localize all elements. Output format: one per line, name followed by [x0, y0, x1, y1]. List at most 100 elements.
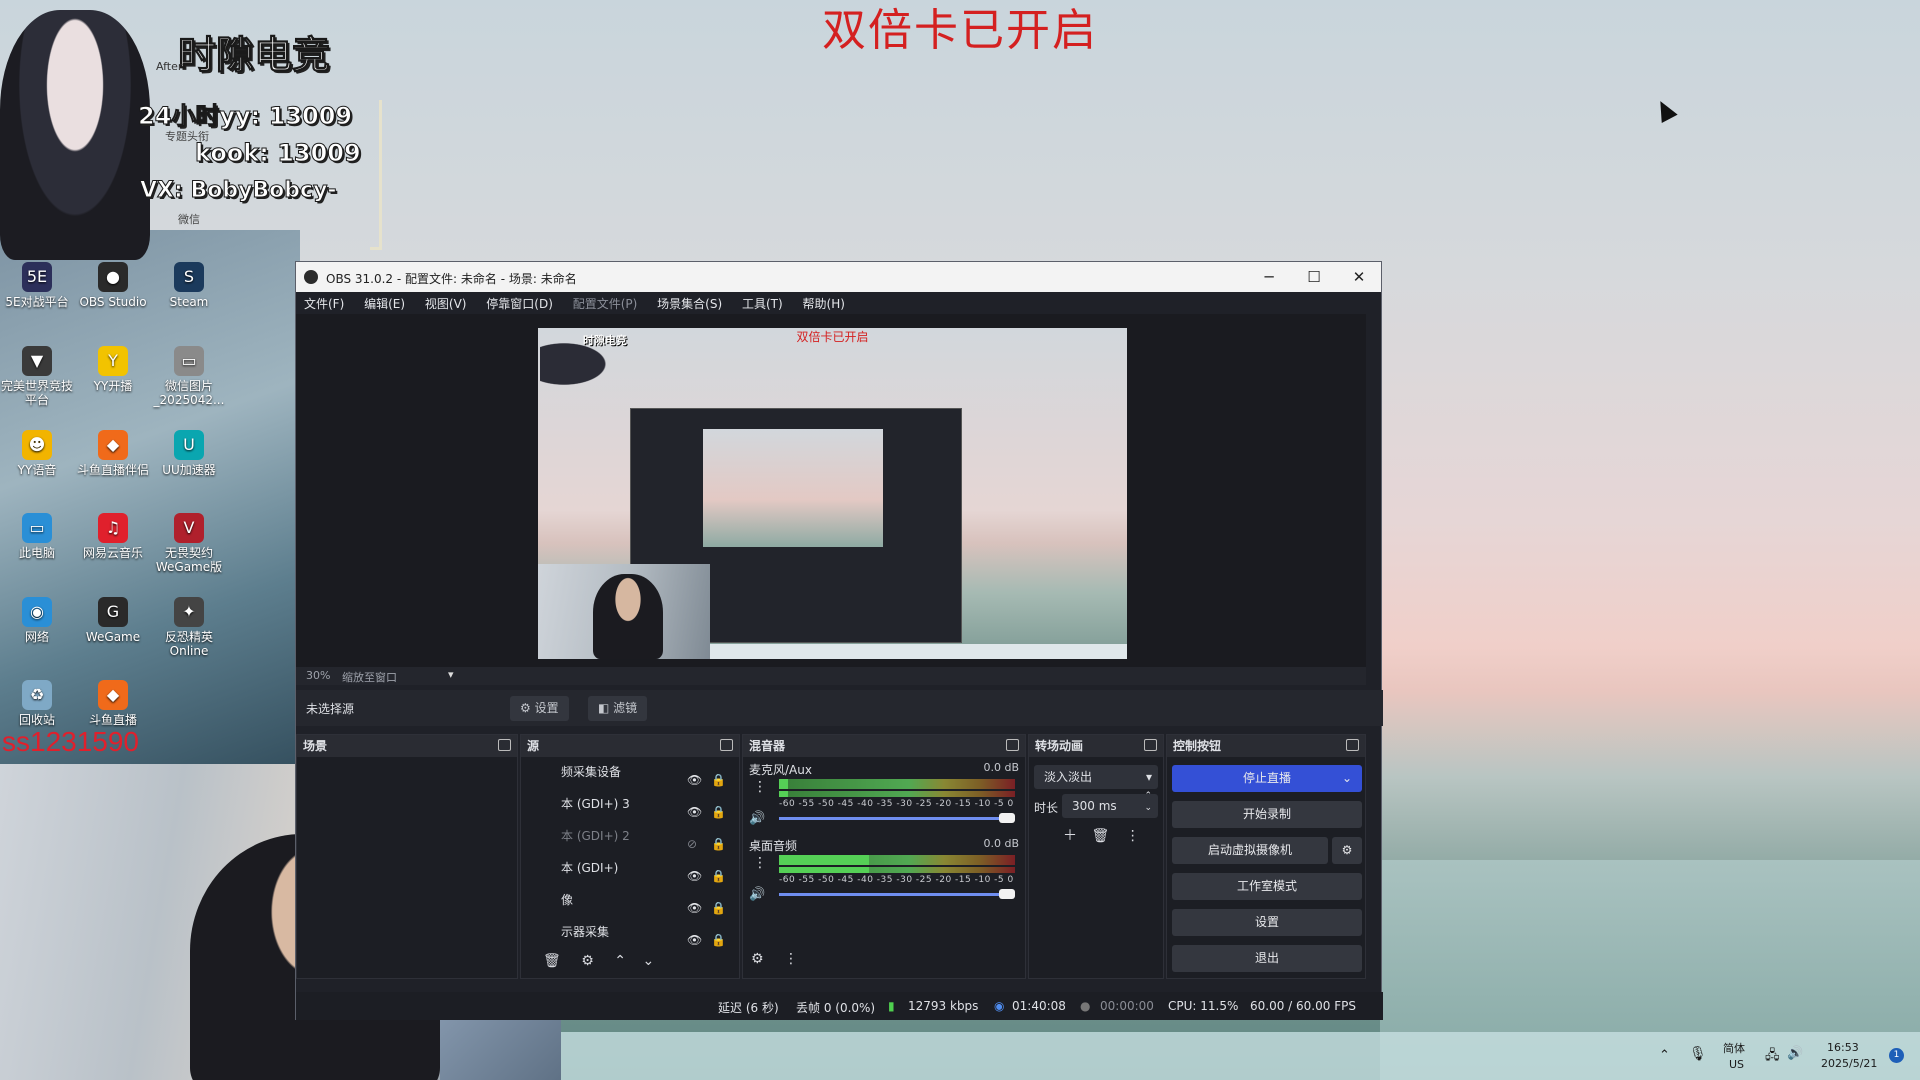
desktop-icon[interactable]: ▼ 完美世界竞技平台: [0, 346, 74, 407]
desktop-icon[interactable]: Y YY开播: [76, 346, 150, 393]
desktop-icon[interactable]: ▭ 此电脑: [0, 513, 74, 560]
mixer-channel: 麦克风/Aux 0.0 dB ⋮ -60 -55 -50 -45 -40 -35 -3…: [743, 757, 1025, 831]
source-item[interactable]: 本 (GDI+) 👁 🔒: [521, 853, 739, 883]
maximize-button[interactable]: ☐: [1291, 262, 1337, 292]
notification-badge[interactable]: 1: [1889, 1048, 1904, 1063]
zoom-mode[interactable]: 缩放至窗口: [342, 669, 397, 685]
gear-icon[interactable]: ⚙: [581, 953, 594, 969]
advanced-audio-icon[interactable]: ⚙: [751, 951, 764, 967]
desktop-icon[interactable]: U UU加速器: [152, 430, 226, 477]
duration-input[interactable]: 300 ms ⌃ ⌄: [1062, 791, 1158, 818]
menu-profile[interactable]: 配置文件(P): [565, 292, 646, 312]
popout-icon[interactable]: [1144, 739, 1157, 751]
obs-window[interactable]: OBS 31.0.2 - 配置文件: 未命名 - 场景: 未命名 ─ ☐ ✕ 文…: [295, 261, 1383, 1020]
source-settings-button[interactable]: ⚙ 设置: [510, 696, 569, 721]
close-button[interactable]: ✕: [1336, 262, 1382, 292]
volume-icon[interactable]: 🔊: [1787, 1046, 1803, 1061]
move-down-icon[interactable]: ⌄: [642, 953, 654, 969]
stop-stream-button[interactable]: 停止直播 ⌄: [1172, 765, 1362, 792]
desktop-icon[interactable]: ☻ YY语音: [0, 430, 74, 477]
source-actions: 🗑 ⚙ ⌃ ⌄: [543, 953, 654, 969]
kebab-menu-icon[interactable]: ⋮: [784, 951, 798, 967]
studio-mode-button[interactable]: 工作室模式: [1172, 873, 1362, 900]
popout-icon[interactable]: [1346, 739, 1359, 751]
minimize-button[interactable]: ─: [1246, 262, 1292, 292]
desktop-icon[interactable]: S Steam: [152, 262, 226, 309]
source-item[interactable]: 本 (GDI+) 3 👁 🔒: [521, 789, 739, 819]
desktop-icon[interactable]: G WeGame: [76, 597, 150, 644]
kebab-menu-icon[interactable]: ⋮: [753, 855, 767, 871]
settings-button[interactable]: 设置: [1172, 909, 1362, 936]
desktop-icon[interactable]: ◉ 网络: [0, 597, 74, 644]
zoom-level[interactable]: 30%: [306, 669, 330, 682]
desktop-icon[interactable]: ◆ 斗鱼直播: [76, 680, 150, 727]
desktop-icon[interactable]: ● OBS Studio: [76, 262, 150, 309]
desktop-icon-label: YY语音: [17, 463, 57, 477]
move-up-icon[interactable]: ⌃: [614, 953, 626, 969]
desktop-icon[interactable]: ♻ 回收站: [0, 680, 74, 727]
level-fill: [779, 779, 789, 789]
scenes-dock-title: 场景: [303, 739, 328, 753]
source-item[interactable]: 本 (GDI+) 2 ⊘ 🔒: [521, 821, 739, 851]
trash-icon[interactable]: 🗑: [1091, 828, 1109, 844]
desktop-icon[interactable]: ▭ 微信图片_2025042...: [152, 346, 226, 407]
lock-icon[interactable]: 🔒: [711, 925, 726, 955]
source-item[interactable]: 示器采集 👁 🔒: [521, 917, 739, 947]
chevron-down-icon[interactable]: ⌄: [1342, 765, 1352, 792]
volume-slider[interactable]: [779, 817, 1015, 820]
source-filters-label: 滤镜: [613, 701, 638, 715]
popout-icon[interactable]: [1006, 739, 1019, 751]
kebab-menu-icon[interactable]: ⋮: [753, 779, 767, 795]
eye-icon[interactable]: 👁: [687, 925, 702, 955]
transition-type: 淡入淡出: [1044, 770, 1093, 784]
source-name: 本 (GDI+) 2: [561, 829, 630, 843]
microphone-icon[interactable]: 🎙: [1689, 1046, 1707, 1062]
menu-help[interactable]: 帮助(H): [795, 292, 853, 312]
menu-scene-collection[interactable]: 场景集合(S): [649, 292, 730, 312]
desktop-icon[interactable]: ◆ 斗鱼直播伴侣: [76, 430, 150, 477]
desktop-icon[interactable]: ♫ 网易云音乐: [76, 513, 150, 560]
clock-date[interactable]: 2025/5/21: [1821, 1057, 1877, 1070]
preview-nested-preview: [703, 429, 883, 547]
level-fill: [779, 855, 869, 865]
menu-edit[interactable]: 编辑(E): [356, 292, 413, 312]
volume-slider-knob[interactable]: [999, 889, 1015, 899]
clock-time[interactable]: 16:53: [1827, 1041, 1859, 1054]
zoom-dropdown-icon[interactable]: ▾: [448, 668, 454, 681]
menu-file[interactable]: 文件(F): [296, 292, 352, 312]
ime-region[interactable]: US: [1729, 1058, 1744, 1071]
source-name: 本 (GDI+): [561, 861, 619, 875]
popout-icon[interactable]: [720, 739, 733, 751]
popout-icon[interactable]: [498, 739, 511, 751]
virtual-camera-gear-icon[interactable]: ⚙: [1332, 837, 1362, 864]
speaker-icon[interactable]: 🔊: [749, 811, 765, 826]
controls-dock-header: 控制按钮: [1167, 735, 1365, 757]
transition-select[interactable]: 淡入淡出 ▾: [1034, 765, 1158, 789]
source-item[interactable]: 像 👁 🔒: [521, 885, 739, 915]
desktop-icon[interactable]: ✦ 反恐精英Online: [152, 597, 226, 658]
desktop-icon[interactable]: V 无畏契约WeGame版: [152, 513, 226, 574]
exit-button[interactable]: 退出: [1172, 945, 1362, 972]
source-name: 示器采集: [561, 925, 610, 939]
speaker-icon[interactable]: 🔊: [749, 887, 765, 902]
tray-chevron-up-icon[interactable]: ⌃: [1659, 1048, 1670, 1063]
desktop-icon[interactable]: 5E 5E对战平台: [0, 262, 74, 309]
kebab-menu-icon[interactable]: ⋮: [1126, 828, 1140, 844]
plus-icon[interactable]: ＋: [1063, 828, 1077, 844]
virtual-camera-button[interactable]: 启动虚拟摄像机: [1172, 837, 1328, 864]
menu-tools[interactable]: 工具(T): [734, 292, 791, 312]
menu-view[interactable]: 视图(V): [417, 292, 475, 312]
menu-docks[interactable]: 停靠窗口(D): [478, 292, 561, 312]
trash-icon[interactable]: 🗑: [543, 953, 561, 969]
program-preview[interactable]: 双倍卡已开启 时隙电竞: [538, 328, 1127, 659]
source-filters-button[interactable]: ◧ 滤镜: [588, 696, 648, 721]
obs-titlebar[interactable]: OBS 31.0.2 - 配置文件: 未命名 - 场景: 未命名 ─ ☐ ✕: [296, 262, 1381, 292]
volume-slider[interactable]: [779, 893, 1015, 896]
ime-language[interactable]: 简体: [1723, 1040, 1745, 1056]
network-icon[interactable]: 🖧: [1765, 1046, 1780, 1068]
volume-slider-knob[interactable]: [999, 813, 1015, 823]
start-record-button[interactable]: 开始录制: [1172, 801, 1362, 828]
channel-db: 0.0 dB: [983, 837, 1019, 850]
stepper-icon[interactable]: ⌃ ⌄: [1144, 790, 1152, 814]
source-item[interactable]: 频采集设备 👁 🔒: [521, 757, 739, 787]
